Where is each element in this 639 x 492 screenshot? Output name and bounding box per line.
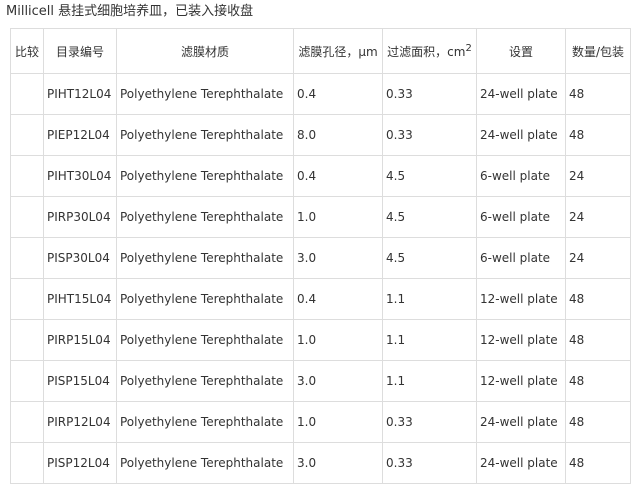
header-row: 比较 目录编号 滤膜材质 滤膜孔径，μm 过滤面积，cm2 设置 数量/包装 xyxy=(10,28,631,74)
setting-cell: 24-well plate xyxy=(476,73,566,115)
catalog-cell: PIHT30L04 xyxy=(43,155,117,197)
area-cell: 0.33 xyxy=(382,442,477,484)
area-cell: 0.33 xyxy=(382,114,477,156)
material-cell: Polyethylene Terephthalate xyxy=(116,401,294,443)
table-row: PIRP15L04 Polyethylene Terephthalate 1.0… xyxy=(10,319,631,361)
header-setting: 设置 xyxy=(476,28,566,74)
area-cell: 0.33 xyxy=(382,401,477,443)
setting-cell: 24-well plate xyxy=(476,401,566,443)
pore-cell: 8.0 xyxy=(293,114,383,156)
catalog-cell: PIRP30L04 xyxy=(43,196,117,238)
quantity-cell: 48 xyxy=(565,401,631,443)
material-cell: Polyethylene Terephthalate xyxy=(116,237,294,279)
quantity-cell: 48 xyxy=(565,278,631,320)
quantity-cell: 48 xyxy=(565,442,631,484)
table-row: PIHT15L04 Polyethylene Terephthalate 0.4… xyxy=(10,278,631,320)
header-area-exponent: 2 xyxy=(465,42,472,54)
pore-cell: 1.0 xyxy=(293,319,383,361)
table-row: PIRP12L04 Polyethylene Terephthalate 1.0… xyxy=(10,401,631,443)
catalog-cell: PIHT12L04 xyxy=(43,73,117,115)
setting-cell: 12-well plate xyxy=(476,319,566,361)
compare-cell[interactable] xyxy=(10,196,44,238)
header-area-label: 过滤面积，cm xyxy=(387,44,466,59)
catalog-cell: PIRP12L04 xyxy=(43,401,117,443)
catalog-cell: PISP30L04 xyxy=(43,237,117,279)
table-row: PIRP30L04 Polyethylene Terephthalate 1.0… xyxy=(10,196,631,238)
header-area: 过滤面积，cm2 xyxy=(382,28,477,74)
area-cell: 4.5 xyxy=(382,237,477,279)
pore-cell: 3.0 xyxy=(293,360,383,402)
material-cell: Polyethylene Terephthalate xyxy=(116,319,294,361)
table-row: PIHT30L04 Polyethylene Terephthalate 0.4… xyxy=(10,155,631,197)
area-cell: 4.5 xyxy=(382,155,477,197)
material-cell: Polyethylene Terephthalate xyxy=(116,278,294,320)
catalog-cell: PISP12L04 xyxy=(43,442,117,484)
compare-cell[interactable] xyxy=(10,278,44,320)
area-cell: 4.5 xyxy=(382,196,477,238)
pore-cell: 0.4 xyxy=(293,155,383,197)
compare-cell[interactable] xyxy=(10,442,44,484)
pore-cell: 3.0 xyxy=(293,442,383,484)
table-row: PISP30L04 Polyethylene Terephthalate 3.0… xyxy=(10,237,631,279)
quantity-cell: 24 xyxy=(565,196,631,238)
quantity-cell: 48 xyxy=(565,360,631,402)
quantity-cell: 48 xyxy=(565,73,631,115)
catalog-cell: PISP15L04 xyxy=(43,360,117,402)
area-cell: 1.1 xyxy=(382,319,477,361)
table-row: PISP15L04 Polyethylene Terephthalate 3.0… xyxy=(10,360,631,402)
table-row: PIEP12L04 Polyethylene Terephthalate 8.0… xyxy=(10,114,631,156)
area-cell: 0.33 xyxy=(382,73,477,115)
pore-cell: 1.0 xyxy=(293,196,383,238)
setting-cell: 24-well plate xyxy=(476,114,566,156)
quantity-cell: 48 xyxy=(565,319,631,361)
pore-cell: 1.0 xyxy=(293,401,383,443)
header-pore: 滤膜孔径，μm xyxy=(293,28,383,74)
pore-cell: 0.4 xyxy=(293,278,383,320)
compare-cell[interactable] xyxy=(10,360,44,402)
quantity-cell: 24 xyxy=(565,237,631,279)
quantity-cell: 24 xyxy=(565,155,631,197)
catalog-cell: PIRP15L04 xyxy=(43,319,117,361)
setting-cell: 24-well plate xyxy=(476,442,566,484)
pore-cell: 3.0 xyxy=(293,237,383,279)
header-compare: 比较 xyxy=(10,28,44,74)
setting-cell: 6-well plate xyxy=(476,155,566,197)
header-catalog: 目录编号 xyxy=(43,28,117,74)
product-table: 比较 目录编号 滤膜材质 滤膜孔径，μm 过滤面积，cm2 设置 数量/包装 P… xyxy=(10,28,631,484)
material-cell: Polyethylene Terephthalate xyxy=(116,196,294,238)
compare-cell[interactable] xyxy=(10,237,44,279)
setting-cell: 12-well plate xyxy=(476,278,566,320)
table-row: PIHT12L04 Polyethylene Terephthalate 0.4… xyxy=(10,73,631,115)
compare-cell[interactable] xyxy=(10,319,44,361)
area-cell: 1.1 xyxy=(382,278,477,320)
compare-cell[interactable] xyxy=(10,73,44,115)
material-cell: Polyethylene Terephthalate xyxy=(116,73,294,115)
compare-cell[interactable] xyxy=(10,401,44,443)
material-cell: Polyethylene Terephthalate xyxy=(116,114,294,156)
area-cell: 1.1 xyxy=(382,360,477,402)
header-quantity: 数量/包装 xyxy=(565,28,631,74)
setting-cell: 6-well plate xyxy=(476,237,566,279)
pore-cell: 0.4 xyxy=(293,73,383,115)
catalog-cell: PIEP12L04 xyxy=(43,114,117,156)
material-cell: Polyethylene Terephthalate xyxy=(116,155,294,197)
catalog-cell: PIHT15L04 xyxy=(43,278,117,320)
table-caption: Millicell 悬挂式细胞培养皿，已装入接收盘 xyxy=(6,4,254,19)
material-cell: Polyethylene Terephthalate xyxy=(116,360,294,402)
setting-cell: 12-well plate xyxy=(476,360,566,402)
setting-cell: 6-well plate xyxy=(476,196,566,238)
compare-cell[interactable] xyxy=(10,155,44,197)
compare-cell[interactable] xyxy=(10,114,44,156)
header-material: 滤膜材质 xyxy=(116,28,294,74)
quantity-cell: 48 xyxy=(565,114,631,156)
table-row: PISP12L04 Polyethylene Terephthalate 3.0… xyxy=(10,442,631,484)
material-cell: Polyethylene Terephthalate xyxy=(116,442,294,484)
